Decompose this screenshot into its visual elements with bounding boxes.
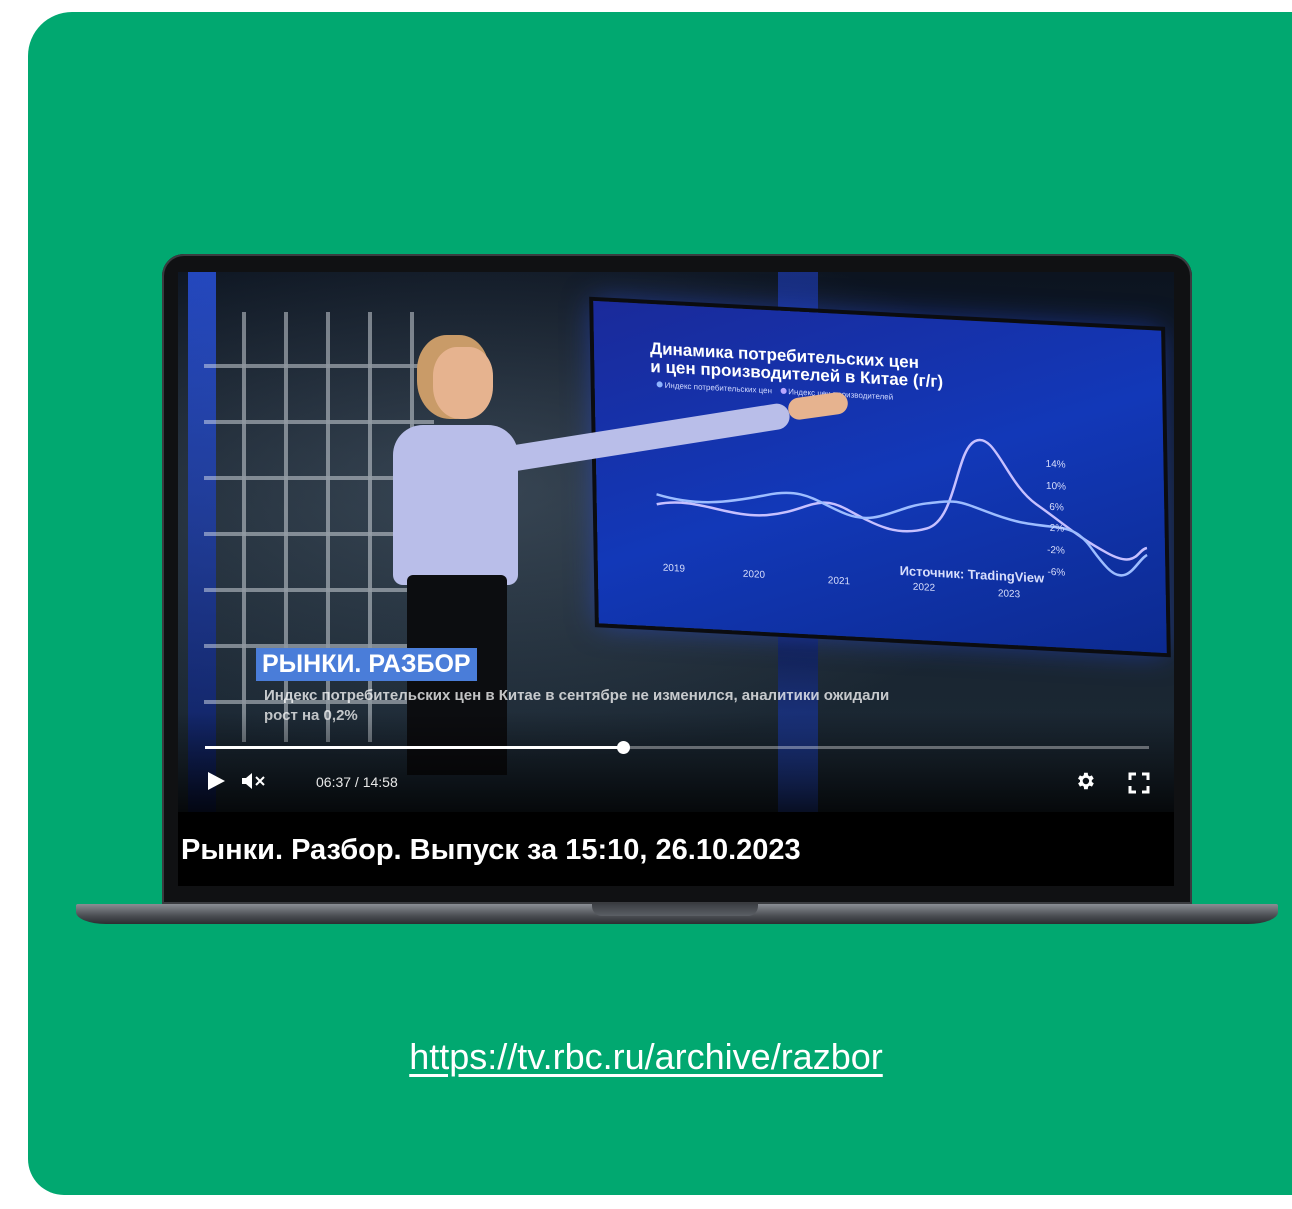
presenter-body <box>393 425 518 585</box>
archive-link[interactable]: https://tv.rbc.ru/archive/razbor <box>0 1036 1292 1078</box>
x-tick-label: 2022 <box>913 582 936 594</box>
x-tick-label: 2019 <box>663 563 686 575</box>
y-tick-label: -2% <box>1047 545 1065 557</box>
progress-bar[interactable] <box>205 741 1149 754</box>
studio-tv-chart: Динамика потребительских цен и цен произ… <box>593 300 1167 654</box>
y-tick-label: 2% <box>1050 523 1065 535</box>
laptop-notch <box>592 904 758 916</box>
video-title[interactable]: Рынки. Разбор. Выпуск за 15:10, 26.10.20… <box>181 834 801 867</box>
legend-dot-icon <box>780 387 787 395</box>
presenter-head <box>433 347 493 419</box>
x-tick-label: 2023 <box>998 588 1021 600</box>
y-tick-label: 10% <box>1046 481 1066 493</box>
y-tick-label: -6% <box>1047 567 1065 579</box>
legend-dot-icon <box>656 381 663 388</box>
y-tick-label: 6% <box>1049 502 1064 514</box>
series-line-ppi <box>656 438 1148 561</box>
video-frame[interactable]: Динамика потребительских цен и цен произ… <box>178 272 1174 812</box>
x-tick-label: 2021 <box>828 575 851 587</box>
y-tick-label: 14% <box>1046 459 1066 471</box>
progress-fill <box>205 746 624 749</box>
fullscreen-icon[interactable] <box>1128 772 1150 799</box>
volume-muted-icon[interactable] <box>240 772 268 795</box>
gear-icon[interactable] <box>1074 770 1096 797</box>
time-display: 06:37 / 14:58 <box>316 774 398 790</box>
broadcast-ticker-title: РЫНКИ. РАЗБОР <box>256 648 477 681</box>
x-tick-label: 2020 <box>743 569 766 581</box>
legend-item: Индекс потребительских цен <box>664 380 773 396</box>
controls-overlay <box>178 712 1174 812</box>
laptop-screen: Динамика потребительских цен и цен произ… <box>178 272 1174 886</box>
play-icon[interactable] <box>205 770 227 797</box>
